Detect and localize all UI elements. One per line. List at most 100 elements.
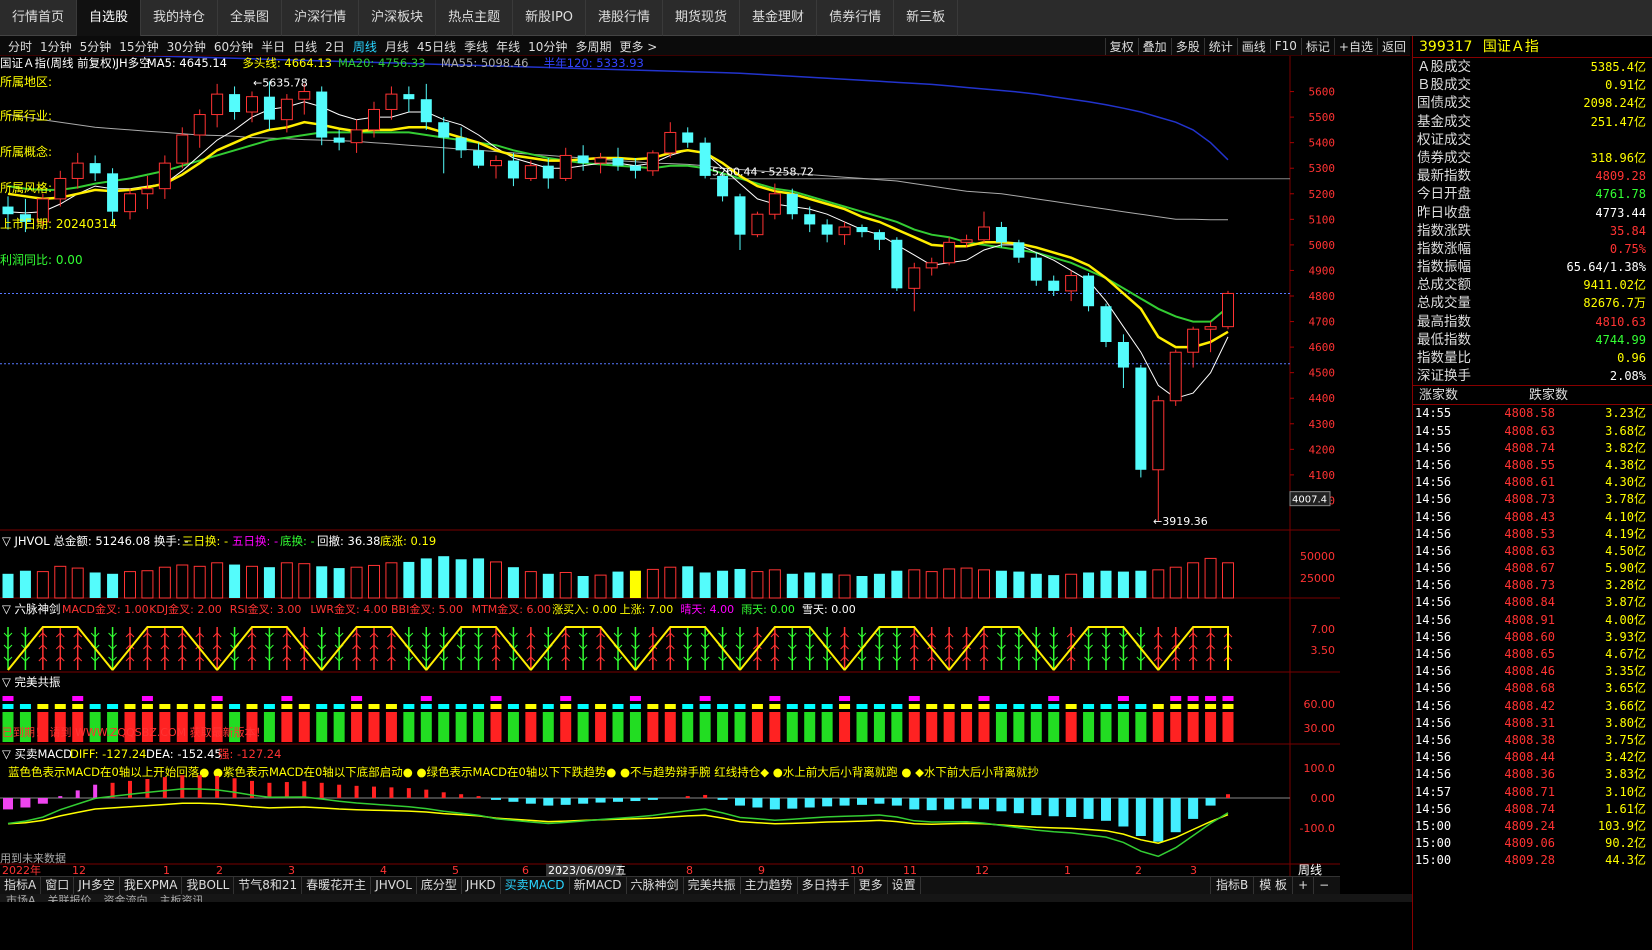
- period-1[interactable]: 1分钟: [36, 38, 76, 55]
- tool-6[interactable]: 标记: [1300, 37, 1334, 55]
- tick-row[interactable]: 14:57 4808.71 3.10亿: [1413, 784, 1652, 801]
- stat-row: 深证换手 2.08%: [1413, 367, 1652, 385]
- tick-row[interactable]: 14:56 4808.36 3.83亿: [1413, 766, 1652, 783]
- indicator-tab-3[interactable]: 我EXPMA: [120, 877, 183, 894]
- wm-bar: [1187, 712, 1199, 742]
- tick-list[interactable]: 14:55 4808.58 3.23亿 14:55 4808.63 3.68亿 14:56 4…: [1413, 405, 1652, 869]
- indicator-tab-8[interactable]: 底分型: [417, 877, 462, 894]
- indicator-tab-14[interactable]: 主力趋势: [741, 877, 798, 894]
- period-16[interactable]: 更多 >: [615, 38, 661, 55]
- indicator-tab-16[interactable]: 更多: [855, 877, 888, 894]
- nav-tab-5[interactable]: 沪深板块: [359, 0, 437, 36]
- tool-1[interactable]: 叠加: [1137, 37, 1171, 55]
- tick-row[interactable]: 14:56 4808.43 4.10亿: [1413, 509, 1652, 526]
- nav-tab-1[interactable]: 自选股: [77, 0, 142, 36]
- tick-row[interactable]: 15:00 4809.24 103.9亿: [1413, 818, 1652, 835]
- subtab-1[interactable]: 关联报价: [42, 894, 98, 902]
- tool-5[interactable]: F10: [1269, 39, 1301, 53]
- nav-tab-0[interactable]: 行情首页: [0, 0, 78, 36]
- nav-tab-2[interactable]: 我的持仓: [141, 0, 219, 36]
- period-11[interactable]: 45日线: [413, 38, 460, 55]
- tick-row[interactable]: 14:56 4808.53 4.19亿: [1413, 526, 1652, 543]
- tick-row[interactable]: 14:56 4808.42 3.66亿: [1413, 698, 1652, 715]
- indicator-tab-2[interactable]: JH多空: [74, 877, 120, 894]
- wm-bar: [1152, 712, 1164, 742]
- tick-row[interactable]: 14:56 4808.60 3.93亿: [1413, 629, 1652, 646]
- period-9[interactable]: 周线: [349, 38, 381, 55]
- tick-row[interactable]: 14:55 4808.63 3.68亿: [1413, 423, 1652, 440]
- tick-row[interactable]: 14:56 4808.73 3.78亿: [1413, 491, 1652, 508]
- nav-tab-3[interactable]: 全景图: [218, 0, 283, 36]
- period-2[interactable]: 5分钟: [76, 38, 116, 55]
- tool-2[interactable]: 多股: [1170, 37, 1204, 55]
- period-14[interactable]: 10分钟: [524, 38, 571, 55]
- tick-row[interactable]: 14:56 4808.74 3.82亿: [1413, 440, 1652, 457]
- tool-4[interactable]: 画线: [1236, 37, 1270, 55]
- subtab-3[interactable]: 主板资讯: [154, 894, 210, 902]
- tick-row[interactable]: 15:00 4809.06 90.2亿: [1413, 835, 1652, 852]
- nav-tab-9[interactable]: 期货现货: [663, 0, 741, 36]
- right-tab-0[interactable]: 指标B: [1210, 877, 1253, 894]
- tool-3[interactable]: 统计: [1203, 37, 1237, 55]
- tick-row[interactable]: 14:55 4808.58 3.23亿: [1413, 405, 1652, 422]
- subtab-2[interactable]: 资金流向: [98, 894, 154, 902]
- tick-row[interactable]: 14:56 4808.68 3.65亿: [1413, 680, 1652, 697]
- tick-row[interactable]: 14:56 4808.67 5.90亿: [1413, 560, 1652, 577]
- right-tab-1[interactable]: 模 板: [1253, 877, 1292, 894]
- tool-0[interactable]: 复权: [1104, 37, 1138, 55]
- tool-8[interactable]: 返回: [1376, 37, 1410, 55]
- period-6[interactable]: 半日: [257, 38, 289, 55]
- period-5[interactable]: 60分钟: [210, 38, 257, 55]
- tick-time: 14:56: [1415, 732, 1452, 747]
- period-0[interactable]: 分时: [4, 38, 36, 55]
- right-tab-2[interactable]: +: [1292, 877, 1313, 894]
- tick-row[interactable]: 14:56 4808.55 4.38亿: [1413, 457, 1652, 474]
- tick-row[interactable]: 14:56 4808.38 3.75亿: [1413, 732, 1652, 749]
- indicator-tab-17[interactable]: 设置: [888, 877, 921, 894]
- period-10[interactable]: 月线: [381, 38, 413, 55]
- tick-row[interactable]: 14:56 4808.84 3.87亿: [1413, 594, 1652, 611]
- indicator-tab-12[interactable]: 六脉神剑: [627, 877, 684, 894]
- nav-tab-6[interactable]: 热点主题: [436, 0, 514, 36]
- nav-tab-7[interactable]: 新股IPO: [513, 0, 587, 36]
- indicator-tab-11[interactable]: 新MACD: [570, 877, 627, 894]
- subtab-0[interactable]: 市场A: [0, 894, 42, 902]
- indicator-tab-9[interactable]: JHKD: [462, 877, 501, 894]
- period-13[interactable]: 年线: [492, 38, 524, 55]
- tick-row[interactable]: 14:56 4808.65 4.67亿: [1413, 646, 1652, 663]
- indicator-tab-10[interactable]: 买卖MACD: [501, 877, 570, 894]
- indicator-tab-1[interactable]: 窗口: [41, 877, 75, 894]
- tick-row[interactable]: 15:00 4809.28 44.3亿: [1413, 852, 1652, 869]
- nav-tab-8[interactable]: 港股行情: [586, 0, 664, 36]
- period-7[interactable]: 日线: [289, 38, 321, 55]
- tick-row[interactable]: 14:56 4808.31 3.80亿: [1413, 715, 1652, 732]
- tick-row[interactable]: 14:56 4808.46 3.35亿: [1413, 663, 1652, 680]
- indicator-tab-4[interactable]: 我BOLL: [182, 877, 235, 894]
- indicator-tab-13[interactable]: 完美共振: [684, 877, 741, 894]
- tick-row[interactable]: 14:56 4808.73 3.28亿: [1413, 577, 1652, 594]
- nav-tab-10[interactable]: 基金理财: [740, 0, 818, 36]
- indicator-tab-15[interactable]: 多日持手: [798, 877, 855, 894]
- candle-body: [1222, 292, 1234, 328]
- period-12[interactable]: 季线: [460, 38, 492, 55]
- tool-7[interactable]: +自选: [1333, 37, 1377, 55]
- indicator-tab-5[interactable]: 节气8和21: [234, 877, 303, 894]
- kline-chart[interactable]: 4000410042004300440045004600470048004900…: [0, 56, 1340, 876]
- right-tab-3[interactable]: −: [1313, 877, 1334, 894]
- indicator-tab-6[interactable]: 春暖花开主: [302, 877, 372, 894]
- nav-tab-11[interactable]: 债券行情: [817, 0, 895, 36]
- period-15[interactable]: 多周期: [571, 38, 615, 55]
- tick-row[interactable]: 14:56 4808.44 3.42亿: [1413, 749, 1652, 766]
- tick-row[interactable]: 14:56 4808.61 4.30亿: [1413, 474, 1652, 491]
- nav-tab-4[interactable]: 沪深行情: [282, 0, 360, 36]
- tick-row[interactable]: 14:56 4808.74 1.61亿: [1413, 801, 1652, 818]
- tick-row[interactable]: 14:56 4808.91 4.00亿: [1413, 612, 1652, 629]
- period-8[interactable]: 2日: [321, 38, 349, 55]
- indicator-tab-7[interactable]: JHVOL: [371, 877, 417, 894]
- period-3[interactable]: 15分钟: [115, 38, 162, 55]
- indicator-tab-0[interactable]: 指标A: [0, 877, 42, 894]
- tick-row[interactable]: 14:56 4808.63 4.50亿: [1413, 543, 1652, 560]
- nav-tab-12[interactable]: 新三板: [894, 0, 959, 36]
- tick-time: 14:56: [1415, 647, 1452, 661]
- period-4[interactable]: 30分钟: [163, 38, 210, 55]
